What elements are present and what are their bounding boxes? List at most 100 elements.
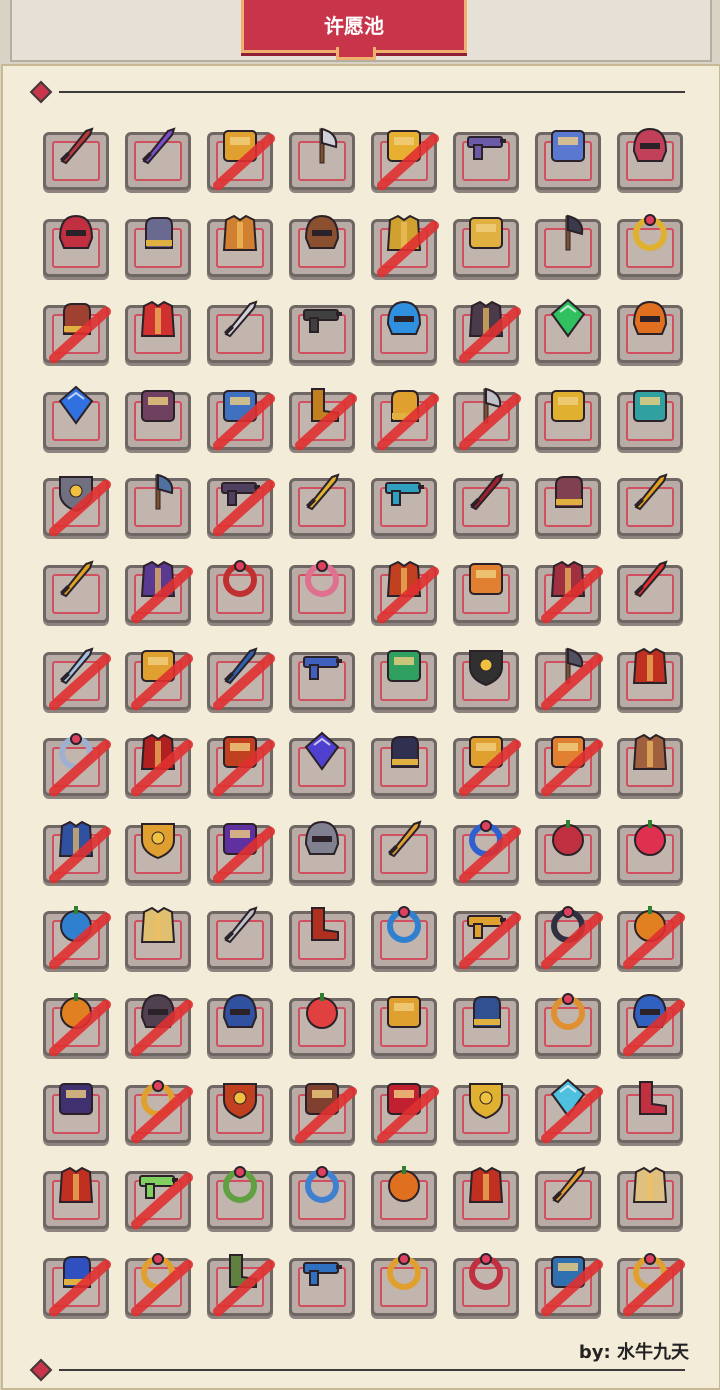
item-slot[interactable] [125, 301, 191, 364]
item-slot[interactable] [207, 822, 278, 886]
item-slot[interactable] [207, 389, 278, 453]
item-slot[interactable] [535, 560, 606, 626]
item-slot[interactable] [535, 993, 601, 1056]
item-slot[interactable] [453, 1252, 519, 1316]
item-slot[interactable] [453, 216, 519, 277]
item-slot[interactable] [43, 906, 114, 972]
item-slot[interactable] [43, 993, 114, 1059]
item-slot[interactable] [617, 1080, 683, 1143]
item-slot[interactable] [535, 298, 601, 364]
item-slot[interactable] [371, 478, 437, 537]
item-slot[interactable] [43, 1255, 114, 1319]
item-slot[interactable] [43, 476, 114, 539]
item-slot[interactable] [207, 647, 278, 713]
item-slot[interactable] [289, 560, 355, 623]
item-slot[interactable] [617, 734, 683, 797]
item-slot[interactable] [371, 560, 442, 626]
item-slot[interactable] [371, 130, 442, 193]
item-slot[interactable] [453, 910, 524, 972]
item-slot[interactable] [371, 1252, 437, 1316]
item-slot[interactable] [617, 906, 688, 972]
item-slot[interactable] [289, 127, 355, 190]
item-slot[interactable] [535, 130, 601, 190]
item-slot[interactable] [125, 1252, 196, 1319]
item-slot[interactable] [125, 734, 196, 799]
item-slot[interactable] [125, 822, 191, 883]
item-slot[interactable] [125, 907, 191, 970]
item-slot[interactable] [43, 733, 114, 799]
item-slot[interactable] [617, 819, 683, 883]
item-slot[interactable] [371, 301, 437, 364]
item-slot[interactable] [617, 647, 683, 710]
item-slot[interactable] [289, 387, 360, 453]
item-slot[interactable] [125, 474, 191, 537]
item-slot[interactable] [453, 473, 519, 537]
item-slot[interactable] [453, 996, 519, 1056]
item-slot[interactable] [125, 127, 191, 190]
item-slot[interactable] [289, 907, 355, 970]
item-slot[interactable] [453, 301, 524, 366]
item-slot[interactable] [617, 993, 688, 1059]
item-slot[interactable] [289, 473, 355, 537]
item-slot[interactable] [207, 993, 273, 1056]
item-slot[interactable] [535, 647, 606, 713]
item-slot[interactable] [535, 214, 601, 277]
item-slot[interactable] [371, 820, 437, 883]
item-slot[interactable] [453, 1167, 519, 1230]
item-slot[interactable] [453, 649, 519, 710]
item-slot[interactable] [207, 1082, 273, 1143]
item-slot[interactable] [43, 385, 109, 450]
item-slot[interactable] [125, 1079, 196, 1146]
item-slot[interactable] [371, 214, 442, 280]
item-slot[interactable] [43, 820, 114, 886]
item-slot[interactable] [289, 993, 355, 1056]
item-slot[interactable] [289, 731, 355, 797]
item-slot[interactable] [289, 820, 355, 883]
item-slot[interactable] [43, 127, 109, 190]
item-slot[interactable] [289, 214, 355, 277]
item-slot[interactable] [371, 736, 437, 797]
item-slot[interactable] [43, 303, 114, 366]
item-slot[interactable] [125, 560, 196, 626]
item-slot[interactable] [125, 389, 191, 450]
item-slot[interactable] [535, 1166, 601, 1230]
item-slot[interactable] [535, 819, 601, 883]
item-slot[interactable] [207, 477, 278, 539]
item-slot[interactable] [43, 647, 114, 713]
item-slot[interactable] [617, 213, 683, 277]
item-slot[interactable] [453, 736, 524, 799]
item-slot[interactable] [289, 1082, 360, 1146]
item-slot[interactable] [535, 1078, 606, 1146]
item-slot[interactable] [289, 1257, 355, 1316]
item-slot[interactable] [207, 300, 273, 364]
item-slot[interactable] [207, 1166, 273, 1230]
item-slot[interactable] [453, 819, 524, 886]
item-slot[interactable] [207, 906, 273, 970]
item-slot[interactable] [535, 736, 606, 799]
item-slot[interactable] [371, 1082, 442, 1146]
item-slot[interactable] [617, 1252, 688, 1319]
item-slot[interactable] [207, 214, 273, 277]
item-slot[interactable] [617, 127, 683, 190]
item-slot[interactable] [453, 387, 524, 453]
item-slot[interactable] [43, 560, 109, 623]
item-slot[interactable] [371, 996, 437, 1056]
item-slot[interactable] [617, 473, 683, 537]
item-slot[interactable] [43, 214, 109, 277]
item-slot[interactable] [535, 1255, 606, 1319]
item-slot[interactable] [289, 1166, 355, 1230]
item-slot[interactable] [535, 476, 601, 537]
item-slot[interactable] [617, 389, 683, 450]
item-slot[interactable] [453, 563, 519, 623]
item-slot[interactable] [289, 305, 355, 364]
item-slot[interactable] [207, 736, 278, 799]
item-slot[interactable] [43, 1082, 109, 1143]
item-slot[interactable] [371, 906, 437, 970]
item-slot[interactable] [535, 389, 601, 450]
item-slot[interactable] [371, 649, 437, 710]
item-slot[interactable] [207, 130, 278, 193]
item-slot[interactable] [43, 1167, 109, 1230]
item-slot[interactable] [453, 1082, 519, 1143]
item-slot[interactable] [371, 389, 442, 453]
item-slot[interactable] [125, 1170, 196, 1232]
